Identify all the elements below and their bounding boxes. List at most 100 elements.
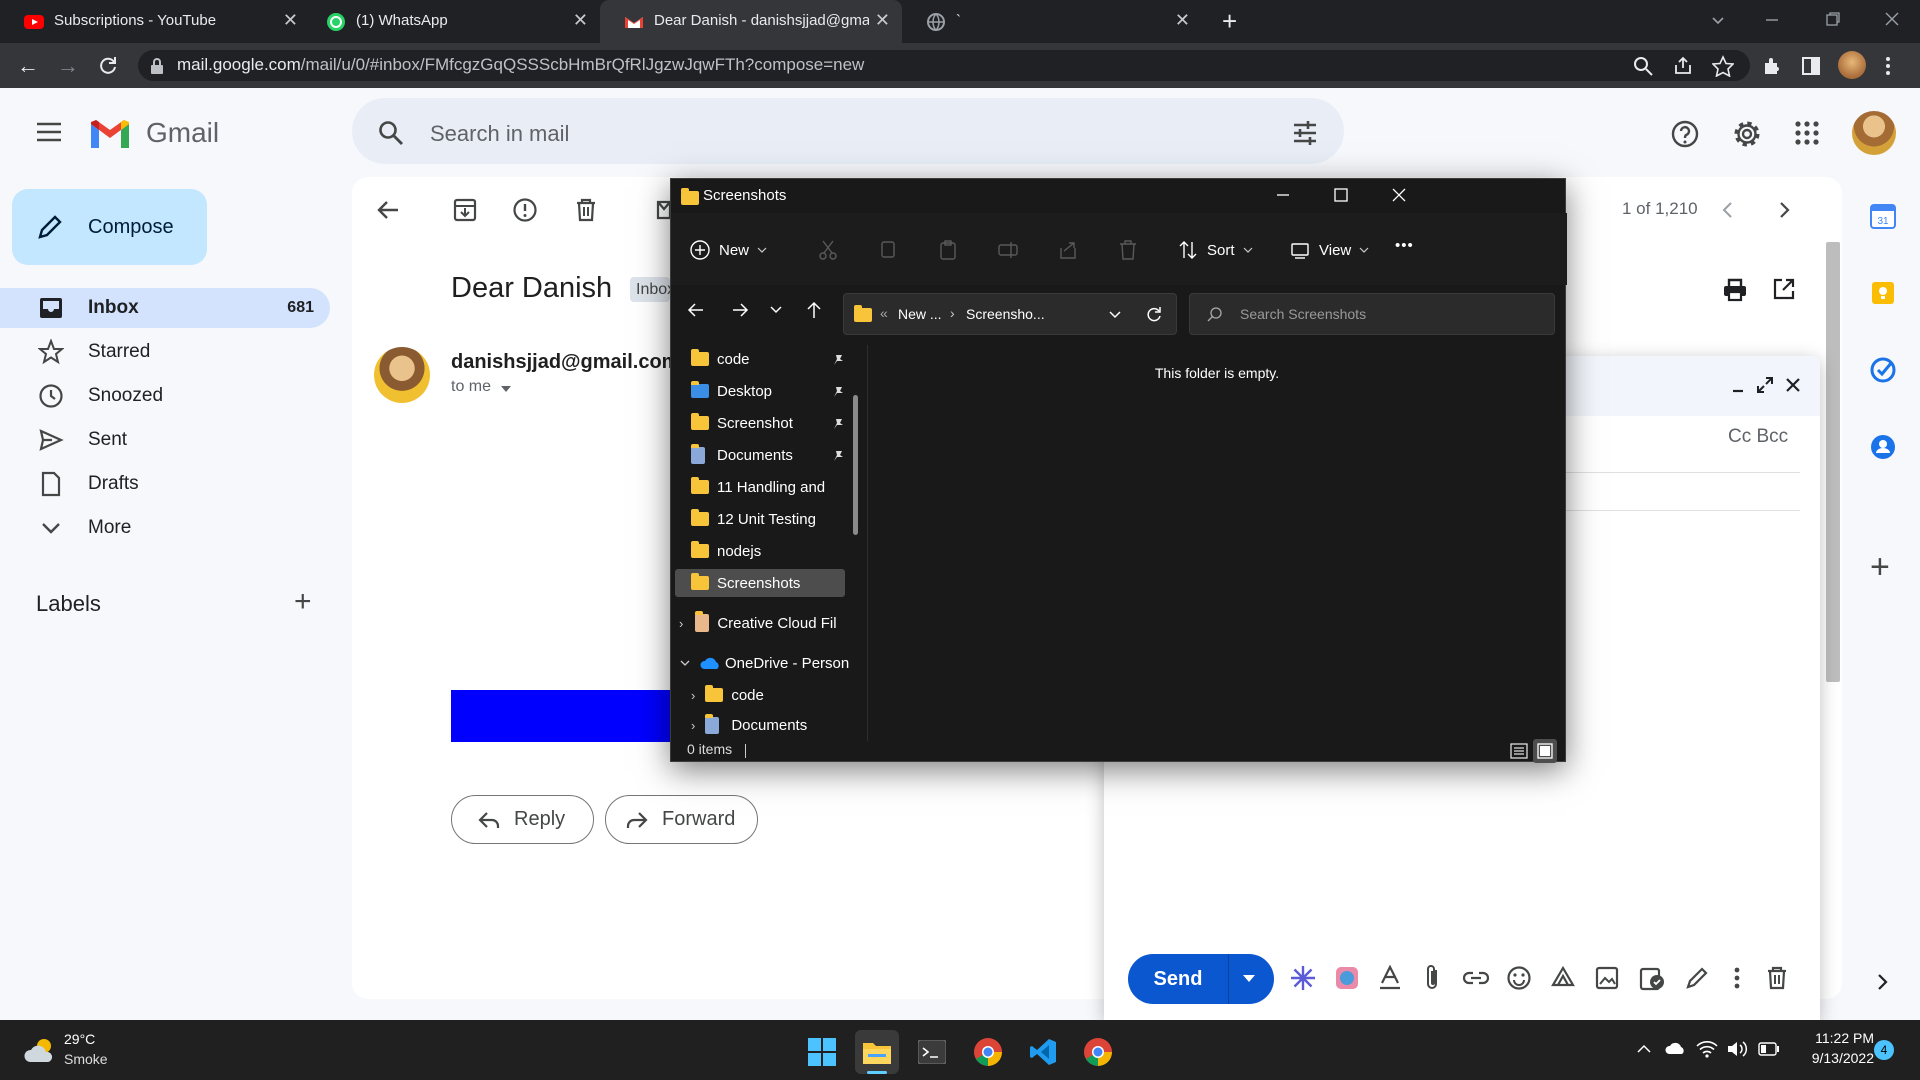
back-icon[interactable]: ← xyxy=(14,52,42,80)
explorer-minimize-icon[interactable] xyxy=(1273,185,1293,205)
tab-youtube[interactable]: Subscriptions - YouTube ✕ xyxy=(0,0,310,43)
weather-temp[interactable]: 29°C xyxy=(64,1031,95,1047)
drive-icon[interactable] xyxy=(1550,965,1576,991)
schedule-send-dropdown-icon[interactable] xyxy=(1242,974,1256,984)
ai-sparkle-icon[interactable] xyxy=(1290,965,1316,991)
restore-icon[interactable] xyxy=(1824,10,1842,28)
recipient-dropdown-icon[interactable] xyxy=(500,384,512,394)
contacts-icon[interactable] xyxy=(1870,434,1896,460)
content-pane[interactable]: This folder is empty. xyxy=(868,345,1566,741)
search-options-icon[interactable] xyxy=(1292,120,1318,146)
formatting-icon[interactable] xyxy=(1378,965,1402,991)
open-new-window-icon[interactable] xyxy=(1772,277,1796,301)
extensions-icon[interactable] xyxy=(1760,55,1782,77)
sidebar-item-starred[interactable]: Starred xyxy=(0,332,330,372)
nav-item-documents[interactable]: Documents xyxy=(691,441,793,469)
older-chevron-icon[interactable] xyxy=(1776,200,1792,220)
new-button[interactable]: New xyxy=(689,237,769,263)
clock-date[interactable]: 9/13/2022 xyxy=(1790,1050,1874,1066)
nav-item-desktop[interactable]: Desktop xyxy=(691,377,772,405)
newer-chevron-icon[interactable] xyxy=(1720,200,1736,220)
sidebar-item-sent[interactable]: Sent xyxy=(0,420,330,460)
account-avatar[interactable] xyxy=(1852,111,1896,155)
recent-locations-icon[interactable] xyxy=(769,303,783,317)
close-window-icon[interactable] xyxy=(1883,10,1901,28)
view-button[interactable]: View xyxy=(1289,237,1371,263)
battery-icon[interactable] xyxy=(1758,1042,1780,1056)
volume-icon[interactable] xyxy=(1726,1040,1748,1058)
new-tab-button[interactable]: + xyxy=(1222,6,1237,37)
emoji-icon[interactable] xyxy=(1506,965,1532,991)
close-tab-icon[interactable]: ✕ xyxy=(875,10,890,31)
address-dropdown-icon[interactable] xyxy=(1108,309,1122,321)
forward-button[interactable]: Forward xyxy=(605,795,758,844)
wifi-icon[interactable] xyxy=(1696,1040,1718,1058)
reload-icon[interactable] xyxy=(96,54,120,78)
address-breadcrumb-bar[interactable]: « New ... › Screensho... xyxy=(843,293,1177,335)
side-panel-icon[interactable] xyxy=(1800,55,1822,77)
share-icon[interactable] xyxy=(1672,55,1694,77)
close-tab-icon[interactable]: ✕ xyxy=(573,10,588,31)
rename-icon[interactable] xyxy=(997,239,1019,261)
weather-desc[interactable]: Smoke xyxy=(64,1051,108,1067)
sidebar-item-inbox[interactable]: Inbox 681 xyxy=(0,288,330,328)
archive-icon[interactable] xyxy=(452,197,478,223)
gmail-logo-icon[interactable] xyxy=(88,118,132,150)
nav-item-onedrive-code[interactable]: › code xyxy=(691,681,764,709)
up-folder-icon[interactable] xyxy=(803,299,825,321)
tab-loading[interactable]: ` ✕ xyxy=(902,0,1202,43)
paste-icon[interactable] xyxy=(937,239,959,261)
search-icon[interactable] xyxy=(378,120,404,146)
start-button[interactable] xyxy=(800,1030,844,1074)
delete-icon[interactable] xyxy=(1117,239,1139,261)
print-icon[interactable] xyxy=(1722,277,1748,303)
add-addon-button[interactable]: + xyxy=(1870,548,1890,587)
cc-bcc-toggle[interactable]: Cc Bcc xyxy=(1728,426,1788,448)
onedrive-tray-icon[interactable] xyxy=(1664,1040,1686,1056)
fullscreen-compose-icon[interactable] xyxy=(1756,376,1774,394)
send-button[interactable]: Send xyxy=(1128,954,1228,1004)
refresh-icon[interactable] xyxy=(1144,305,1164,325)
forward-icon[interactable]: → xyxy=(54,52,82,80)
explorer-close-icon[interactable] xyxy=(1389,185,1409,205)
tasks-icon[interactable] xyxy=(1870,357,1896,383)
calendar-icon[interactable]: 31 xyxy=(1870,203,1896,229)
explorer-back-icon[interactable] xyxy=(685,299,707,321)
chrome-menu-icon[interactable] xyxy=(1882,55,1894,77)
tab-gmail[interactable]: Dear Danish - danishsjjad@gmail ✕ xyxy=(600,0,902,43)
recipient-text[interactable]: to me xyxy=(451,378,491,396)
profile-avatar[interactable] xyxy=(1838,51,1866,79)
minimize-icon[interactable] xyxy=(1762,12,1782,28)
nav-item-screenshots-selected[interactable]: Screenshots xyxy=(675,569,845,597)
sender-email[interactable]: danishsjjad@gmail.com xyxy=(451,351,671,374)
report-spam-icon[interactable] xyxy=(512,197,538,223)
confidential-mode-icon[interactable] xyxy=(1638,965,1666,991)
clock-time[interactable]: 11:22 PM xyxy=(1790,1030,1874,1046)
taskbar-vscode[interactable] xyxy=(1021,1030,1065,1074)
sidebar-item-more[interactable]: More xyxy=(0,508,330,548)
sidebar-item-drafts[interactable]: Drafts xyxy=(0,464,330,504)
signature-pen-icon[interactable] xyxy=(1684,965,1710,991)
bookmark-star-icon[interactable] xyxy=(1712,55,1734,77)
url-text[interactable]: mail.google.com/mail/u/0/#inbox/FMfcgzGq… xyxy=(177,55,864,75)
notification-badge[interactable]: 4 xyxy=(1874,1040,1894,1060)
compose-button[interactable]: Compose xyxy=(12,189,207,265)
link-icon[interactable] xyxy=(1462,965,1490,991)
explorer-search-box[interactable]: Search Screenshots xyxy=(1189,293,1555,335)
taskbar-chrome[interactable] xyxy=(966,1030,1010,1074)
taskbar-terminal[interactable] xyxy=(910,1030,954,1074)
search-input[interactable]: Search in mail xyxy=(430,121,569,147)
help-icon[interactable] xyxy=(1671,120,1699,148)
sender-avatar[interactable] xyxy=(374,347,430,403)
sort-button[interactable]: Sort xyxy=(1177,237,1255,263)
zoom-icon[interactable] xyxy=(1632,55,1654,77)
weather-cloud-sun-icon[interactable] xyxy=(22,1034,58,1066)
more-options-icon[interactable] xyxy=(1732,965,1742,991)
inbox-label-chip[interactable]: Inbox xyxy=(630,277,670,302)
copy-icon[interactable] xyxy=(877,239,899,261)
lock-icon[interactable] xyxy=(150,58,164,74)
breadcrumb-parent[interactable]: New ... xyxy=(898,306,942,322)
apps-grid-icon[interactable] xyxy=(1795,121,1819,145)
tab-whatsapp[interactable]: (1) WhatsApp ✕ xyxy=(302,0,600,43)
nav-item-onedrive-documents[interactable]: › Documents xyxy=(691,711,807,739)
